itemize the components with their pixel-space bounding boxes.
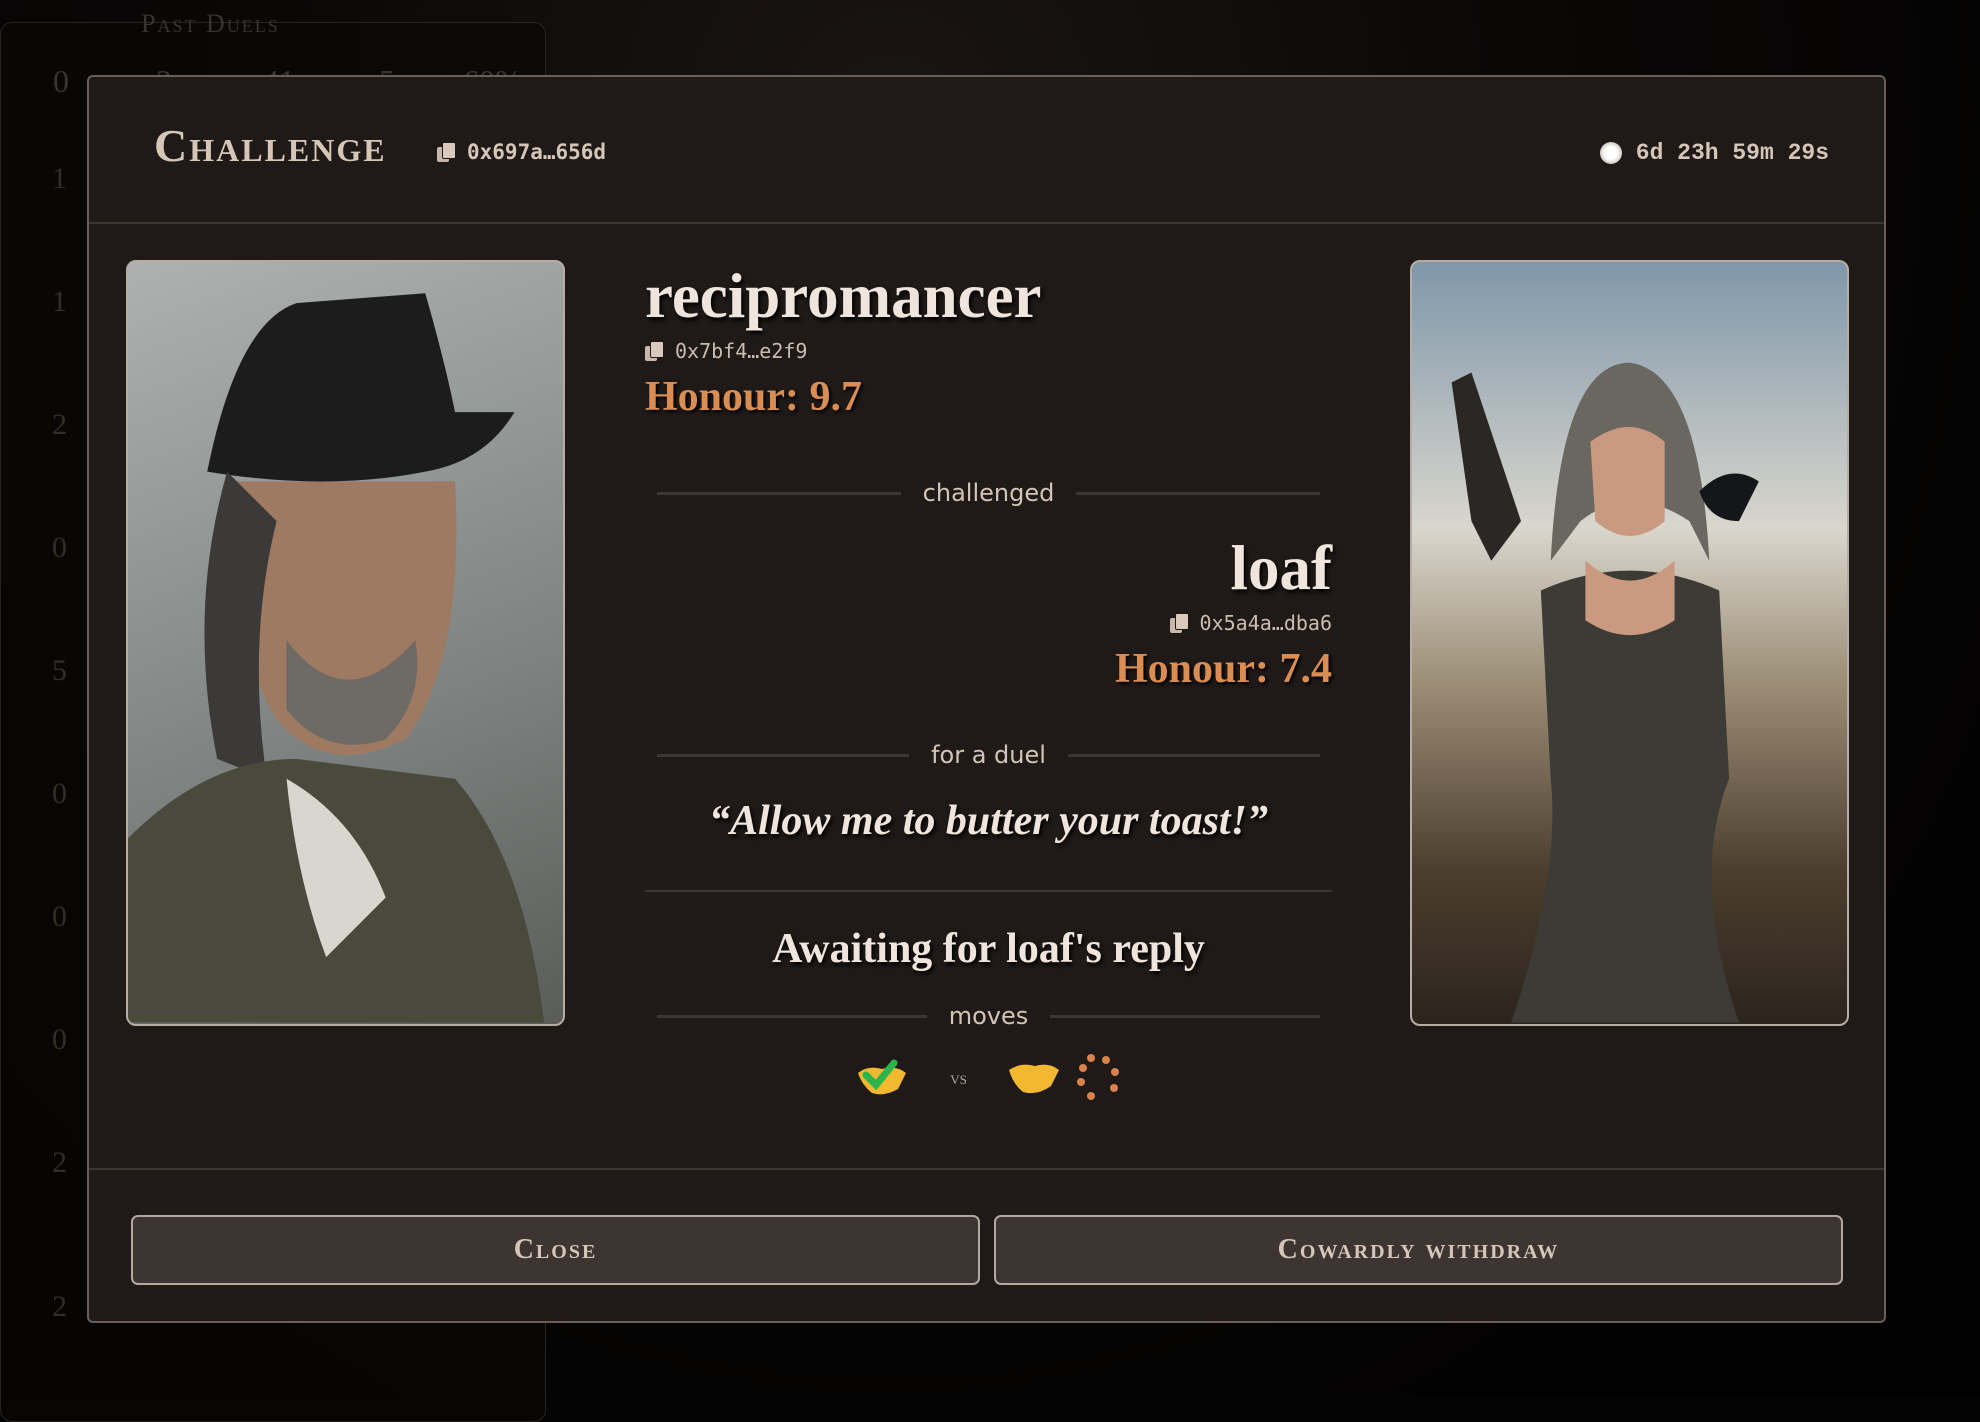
challenge-id-text: 0x697a…656d xyxy=(467,140,607,164)
challenge-id[interactable]: 0x697a…656d xyxy=(437,140,606,164)
background-row-value: 0 xyxy=(52,531,67,564)
background-row-value: 1 xyxy=(52,285,67,318)
moves-divider: moves xyxy=(657,1002,1321,1030)
challenger-portrait[interactable] xyxy=(126,260,565,1026)
for-a-duel-label: for a duel xyxy=(931,741,1046,769)
close-button[interactable]: Close xyxy=(131,1215,980,1285)
challenger-portrait-image xyxy=(128,293,545,1023)
moves-row: vs xyxy=(645,1052,1332,1104)
challenged-portrait[interactable] xyxy=(1410,260,1849,1026)
footer-divider xyxy=(89,1168,1884,1170)
handshake-icon xyxy=(1008,1064,1059,1094)
background-row-value: 2 xyxy=(52,1290,67,1323)
timer-text: 6d 23h 59m 29s xyxy=(1635,140,1829,166)
moves-label: moves xyxy=(948,1002,1029,1030)
background-section-title: Past Duels xyxy=(141,9,280,38)
handshake-accepted-icon xyxy=(858,1059,907,1095)
copy-icon[interactable] xyxy=(437,142,456,162)
background-row-value: 2 xyxy=(52,1146,67,1179)
background-row-value: 5 xyxy=(52,654,67,687)
modal-title: Challenge xyxy=(154,120,387,171)
challenged-portrait-image xyxy=(1451,362,1759,1023)
background-row-value: 0 xyxy=(52,900,67,933)
challenge-modal: Challenge 0x697a…656d 6d 23h 59m 29s rec… xyxy=(87,75,1886,1323)
background-row-value: 1 xyxy=(52,162,67,195)
message-divider xyxy=(645,890,1332,892)
challenge-message: “Allow me to butter your toast!” xyxy=(709,798,1268,844)
background-row-value: 2 xyxy=(52,408,67,441)
status-text: Awaiting for loaf's reply xyxy=(772,926,1205,972)
stopwatch-icon xyxy=(1599,142,1622,164)
cowardly-withdraw-button[interactable]: Cowardly withdraw xyxy=(994,1215,1843,1285)
background-row-value: 0 xyxy=(52,777,67,810)
background-stat: 0 xyxy=(53,63,69,99)
background-row-value: 0 xyxy=(52,1023,67,1056)
timer: 6d 23h 59m 29s xyxy=(1599,140,1829,166)
loading-spinner-icon xyxy=(1076,1054,1119,1100)
vs-label: vs xyxy=(950,1067,967,1088)
for-a-duel-divider: for a duel xyxy=(657,741,1320,769)
